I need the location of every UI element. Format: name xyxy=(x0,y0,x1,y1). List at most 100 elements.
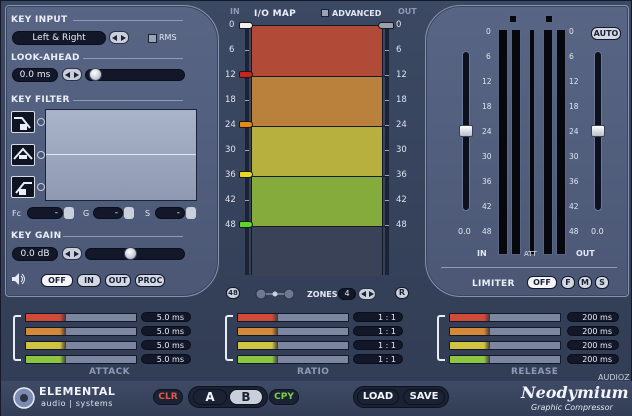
limiter-m-button[interactable]: M xyxy=(578,276,592,289)
release-slider[interactable] xyxy=(449,327,561,336)
output-fader-cap[interactable] xyxy=(591,125,605,137)
meter-out-right xyxy=(556,29,566,255)
fc-field[interactable]: - xyxy=(27,207,63,219)
key-input-stepper[interactable] xyxy=(109,31,129,44)
key-input-source-field[interactable]: Left & Right xyxy=(12,31,106,45)
ratio-slider[interactable] xyxy=(237,327,349,336)
lowpass-shape-button[interactable] xyxy=(11,111,35,133)
preset-b-button[interactable]: B xyxy=(229,389,263,405)
key-filter-graph[interactable] xyxy=(45,109,197,201)
highpass-radio[interactable] xyxy=(37,183,45,191)
io-zone[interactable] xyxy=(252,226,382,276)
io-zone[interactable] xyxy=(252,176,382,226)
zones-field[interactable]: 4 xyxy=(338,288,356,300)
io-tick-right: 6 xyxy=(396,45,402,55)
clear-button[interactable]: CLR xyxy=(153,389,183,405)
release-slider[interactable] xyxy=(449,313,561,322)
lowpass-radio[interactable] xyxy=(37,118,45,126)
zones-stepper[interactable] xyxy=(358,288,376,300)
ratio-value[interactable]: 1 : 1 xyxy=(353,312,403,322)
g-field[interactable]: - xyxy=(93,207,123,219)
io-zone[interactable] xyxy=(252,26,382,76)
ratio-slider[interactable] xyxy=(237,341,349,350)
auto-button[interactable]: AUTO xyxy=(591,27,621,40)
arrow-left-icon xyxy=(112,34,117,41)
link-icon[interactable] xyxy=(255,288,295,300)
load-button[interactable]: LOAD xyxy=(357,389,399,405)
attack-slider[interactable] xyxy=(25,327,137,336)
ratio-value[interactable]: 1 : 1 xyxy=(353,326,403,336)
arrow-left-icon xyxy=(360,291,366,297)
monitor-proc-button[interactable]: PROC xyxy=(135,274,165,287)
plugin-window: KEY INPUT Left & Right RMS LOOK-AHEAD 0.… xyxy=(0,0,632,416)
io-map-graph[interactable] xyxy=(248,25,388,276)
copy-button[interactable]: CPY xyxy=(269,389,299,405)
product-name: Neodymium xyxy=(521,383,629,402)
meter-att-label: ATT xyxy=(524,250,537,258)
monitor-in-button[interactable]: IN xyxy=(77,274,101,287)
ratio-value[interactable]: 1 : 1 xyxy=(353,340,403,350)
ratio-slider[interactable] xyxy=(237,355,349,364)
clip-led-in[interactable] xyxy=(509,15,517,23)
watermark-text: AUDIOZ xyxy=(598,373,630,382)
key-gain-stepper[interactable] xyxy=(62,247,82,260)
ruler-tick xyxy=(385,100,389,101)
release-value[interactable]: 200 ms xyxy=(567,312,619,322)
release-slider[interactable] xyxy=(449,355,561,364)
meter-out-label: OUT xyxy=(576,249,595,258)
release-value[interactable]: 200 ms xyxy=(567,354,619,364)
attack-value[interactable]: 5.0 ms xyxy=(141,312,191,322)
attack-value[interactable]: 5.0 ms xyxy=(141,340,191,350)
save-button[interactable]: SAVE xyxy=(403,389,445,405)
g-spin[interactable] xyxy=(124,207,134,219)
release-value[interactable]: 200 ms xyxy=(567,340,619,350)
look-ahead-stepper[interactable] xyxy=(62,68,82,81)
bandpass-shape-button[interactable] xyxy=(11,144,35,166)
io-48-button[interactable]: 48 xyxy=(226,287,240,299)
highpass-shape-button[interactable] xyxy=(11,176,35,198)
zone-divider xyxy=(248,76,388,77)
attack-value[interactable]: 5.0 ms xyxy=(141,354,191,364)
io-threshold-marker[interactable] xyxy=(239,171,253,178)
meter-tick: 30 xyxy=(569,152,579,161)
attack-slider[interactable] xyxy=(25,313,137,322)
fc-label: Fc xyxy=(12,209,21,218)
s-field[interactable]: - xyxy=(155,207,185,219)
look-ahead-slider-knob[interactable] xyxy=(89,68,102,81)
clip-led-out[interactable] xyxy=(545,15,553,23)
io-zone[interactable] xyxy=(252,126,382,176)
monitor-out-button[interactable]: OUT xyxy=(105,274,131,287)
io-reset-button[interactable]: R xyxy=(395,287,409,299)
advanced-checkbox[interactable] xyxy=(321,9,329,17)
io-threshold-marker[interactable] xyxy=(239,71,253,78)
meter-tick: 36 xyxy=(569,177,579,186)
input-fader-cap[interactable] xyxy=(459,125,473,137)
limiter-f-button[interactable]: F xyxy=(561,276,575,289)
io-threshold-marker[interactable] xyxy=(239,22,253,29)
ruler-tick xyxy=(245,200,249,201)
io-zone[interactable] xyxy=(252,76,382,126)
rms-checkbox[interactable] xyxy=(148,34,157,43)
ratio-slider-fill xyxy=(238,342,278,349)
bandpass-radio[interactable] xyxy=(37,151,45,159)
key-gain-field[interactable]: 0.0 dB xyxy=(12,247,58,261)
ratio-value[interactable]: 1 : 1 xyxy=(353,354,403,364)
release-slider[interactable] xyxy=(449,341,561,350)
limiter-off-button[interactable]: OFF xyxy=(527,276,557,289)
preset-a-button[interactable]: A xyxy=(193,389,227,405)
elemental-logo-icon xyxy=(13,387,35,409)
attack-slider[interactable] xyxy=(25,355,137,364)
io-threshold-marker[interactable] xyxy=(239,121,253,128)
release-value[interactable]: 200 ms xyxy=(567,326,619,336)
limiter-s-button[interactable]: S xyxy=(595,276,609,289)
io-threshold-marker[interactable] xyxy=(239,221,253,228)
attack-value[interactable]: 5.0 ms xyxy=(141,326,191,336)
meter-in-label: IN xyxy=(477,249,487,258)
monitor-off-button[interactable]: OFF xyxy=(41,274,73,287)
attack-slider[interactable] xyxy=(25,341,137,350)
fc-spin[interactable] xyxy=(64,207,74,219)
look-ahead-field[interactable]: 0.0 ms xyxy=(12,68,58,82)
key-gain-slider-knob[interactable] xyxy=(124,247,137,260)
ratio-slider[interactable] xyxy=(237,313,349,322)
s-spin[interactable] xyxy=(186,207,196,219)
